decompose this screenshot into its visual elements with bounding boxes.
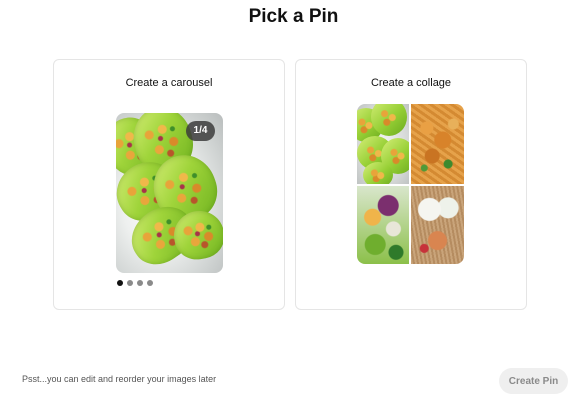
collage-preview-image bbox=[357, 104, 464, 264]
pager-dot-active[interactable] bbox=[117, 280, 123, 286]
pager-dot[interactable] bbox=[147, 280, 153, 286]
carousel-page-badge: 1/4 bbox=[186, 121, 215, 141]
pick-a-pin-page: Pick a Pin Create a carousel 1/4 Create … bbox=[0, 0, 587, 411]
edit-hint-text: Psst...you can edit and reorder your ima… bbox=[22, 374, 217, 384]
collage-tile-lettuce-wraps bbox=[357, 104, 409, 184]
carousel-preview-image: 1/4 bbox=[116, 113, 223, 273]
collage-tile-salad-bowl bbox=[357, 186, 409, 264]
page-title: Pick a Pin bbox=[248, 6, 339, 27]
pager-dot[interactable] bbox=[137, 280, 143, 286]
pager-dot[interactable] bbox=[127, 280, 133, 286]
collage-option-label: Create a collage bbox=[370, 77, 452, 89]
collage-tile-spring-rolls bbox=[411, 186, 464, 264]
collage-option-card[interactable]: Create a collage bbox=[295, 59, 527, 310]
carousel-pager bbox=[117, 280, 153, 286]
carousel-option-card[interactable]: Create a carousel 1/4 bbox=[53, 59, 285, 310]
collage-tile-noodles bbox=[411, 104, 464, 184]
create-pin-button[interactable]: Create Pin bbox=[499, 368, 568, 394]
carousel-option-label: Create a carousel bbox=[125, 77, 213, 89]
